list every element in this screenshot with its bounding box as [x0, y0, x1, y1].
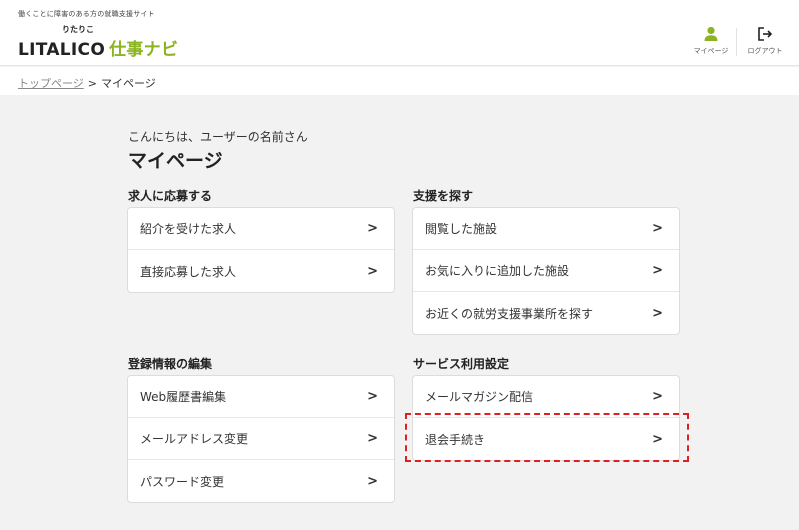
greeting-text: こんにちは、ユーザーの名前さん	[128, 130, 308, 144]
user-icon	[686, 24, 736, 44]
card-apply: 紹介を受けた求人 > 直接応募した求人 >	[127, 207, 395, 293]
chevron-right-icon: >	[367, 431, 378, 446]
logout-button[interactable]: ログアウト	[740, 24, 790, 60]
chevron-right-icon: >	[652, 221, 663, 236]
page-title: マイページ	[128, 150, 223, 172]
section-title-profile: 登録情報の編集	[128, 357, 213, 371]
menu-item-referred-jobs[interactable]: 紹介を受けた求人 >	[128, 208, 394, 250]
chevron-right-icon: >	[652, 263, 663, 278]
breadcrumb-current: マイページ	[101, 77, 156, 90]
breadcrumb-separator: >	[87, 77, 97, 90]
menu-item-label: お気に入りに追加した施設	[425, 264, 570, 278]
mypage-label: マイページ	[693, 47, 729, 55]
breadcrumb: トップページ > マイページ	[0, 67, 799, 95]
menu-item-viewed-facilities[interactable]: 閲覧した施設 >	[413, 208, 679, 250]
menu-item-direct-applications[interactable]: 直接応募した求人 >	[128, 250, 394, 292]
section-title-apply: 求人に応募する	[128, 189, 213, 203]
breadcrumb-top-link[interactable]: トップページ	[18, 77, 84, 90]
menu-item-favorite-facilities[interactable]: お気に入りに追加した施設 >	[413, 250, 679, 292]
section-title-support: 支援を探す	[413, 189, 474, 203]
chevron-right-icon: >	[367, 473, 378, 489]
logo-sub: 仕事ナビ	[109, 40, 179, 60]
logout-label: ログアウト	[747, 47, 783, 55]
menu-item-mail-magazine[interactable]: メールマガジン配信 >	[413, 376, 679, 418]
header-divider	[736, 28, 737, 56]
menu-item-label: お近くの就労支援事業所を探す	[425, 306, 594, 321]
logo-main: LITALICO	[18, 40, 106, 60]
chevron-right-icon: >	[652, 431, 663, 447]
site-tagline: 働くことに障害のある方の就職支援サイト	[18, 10, 155, 18]
card-service: メールマガジン配信 > 退会手続き >	[412, 375, 680, 461]
card-profile: Web履歴書編集 > メールアドレス変更 > パスワード変更 >	[127, 375, 395, 503]
menu-item-withdraw[interactable]: 退会手続き >	[413, 418, 679, 460]
site-header: 働くことに障害のある方の就職支援サイト りたりこ LITALICO 仕事ナビ マイ…	[0, 0, 799, 66]
menu-item-label: 紹介を受けた求人	[140, 222, 237, 236]
chevron-right-icon: >	[652, 389, 663, 404]
chevron-right-icon: >	[652, 305, 663, 321]
menu-item-label: 退会手続き	[425, 432, 486, 447]
chevron-right-icon: >	[367, 221, 378, 236]
menu-item-label: 閲覧した施設	[425, 222, 498, 236]
card-support: 閲覧した施設 > お気に入りに追加した施設 > お近くの就労支援事業所を探す >	[412, 207, 680, 335]
menu-item-label: Web履歴書編集	[140, 390, 227, 404]
menu-item-web-resume[interactable]: Web履歴書編集 >	[128, 376, 394, 418]
chevron-right-icon: >	[367, 263, 378, 279]
mypage-button[interactable]: マイページ	[686, 24, 736, 60]
menu-item-change-email[interactable]: メールアドレス変更 >	[128, 418, 394, 460]
menu-item-label: メールアドレス変更	[140, 432, 249, 446]
site-logo[interactable]: LITALICO 仕事ナビ	[18, 35, 178, 60]
menu-item-nearby-offices[interactable]: お近くの就労支援事業所を探す >	[413, 292, 679, 334]
chevron-right-icon: >	[367, 389, 378, 404]
logo-ruby: りたりこ	[62, 25, 94, 34]
menu-item-label: メールマガジン配信	[425, 390, 534, 404]
logout-icon	[740, 24, 790, 44]
menu-item-label: 直接応募した求人	[140, 264, 237, 279]
section-title-service: サービス利用設定	[413, 357, 510, 371]
menu-item-label: パスワード変更	[140, 474, 225, 489]
menu-item-change-password[interactable]: パスワード変更 >	[128, 460, 394, 502]
